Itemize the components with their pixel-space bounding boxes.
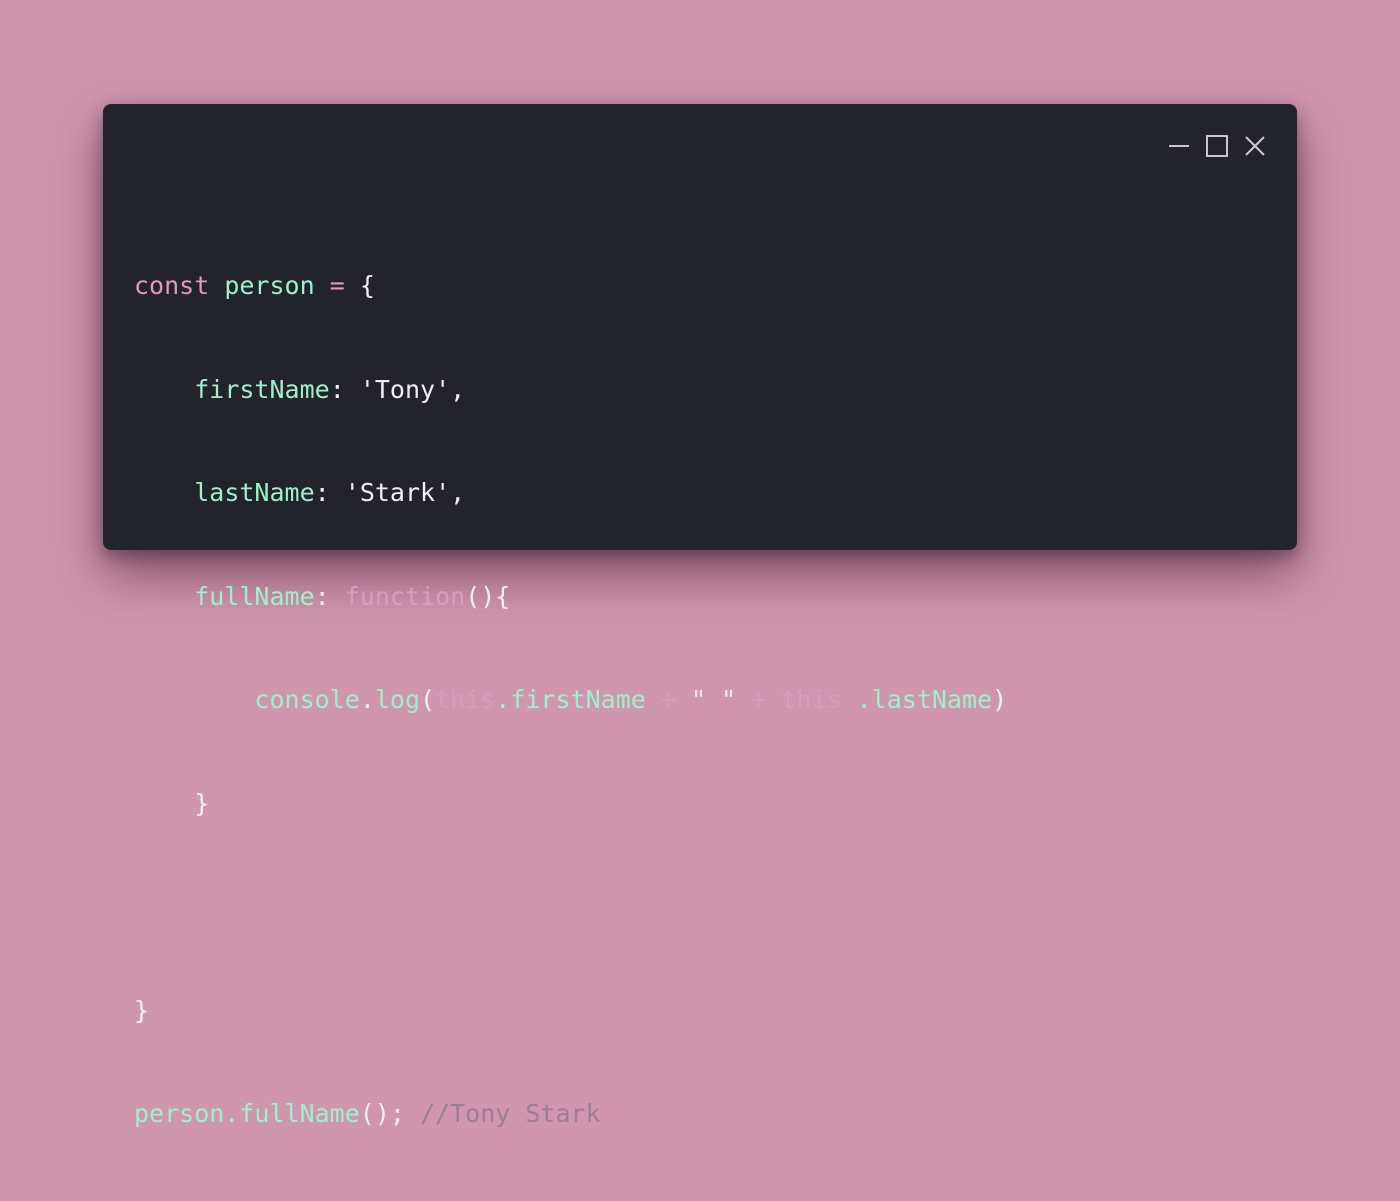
minimize-icon[interactable] <box>1167 134 1191 158</box>
token-property: fullName <box>194 581 315 611</box>
code-window: const person = { firstName: 'Tony', last… <box>103 104 1297 1128</box>
token-this: this <box>781 685 842 714</box>
token-keyword: function <box>344 581 466 611</box>
token-string: " " <box>690 685 737 714</box>
token-this: this <box>435 685 496 714</box>
token-property: .firstName <box>495 685 646 714</box>
window-controls <box>1167 134 1267 158</box>
token-brace: } <box>134 995 150 1025</box>
token-call: person.fullName <box>134 1099 360 1128</box>
maximize-icon[interactable] <box>1205 134 1229 158</box>
code-line-2: firstName: 'Tony', <box>134 373 1007 408</box>
token-paren: (){ <box>465 581 511 611</box>
code-block: const person = { firstName: 'Tony', last… <box>134 200 1007 1201</box>
token-keyword: const <box>134 271 210 300</box>
token-colon: : <box>329 374 345 404</box>
token-method: log <box>374 685 420 714</box>
token-plus: + <box>751 685 767 714</box>
close-icon[interactable] <box>1243 134 1267 158</box>
token-operator: = <box>329 271 345 300</box>
token-comma: , <box>450 478 466 507</box>
token-paren-close: ) <box>992 685 1008 714</box>
token-property: firstName <box>194 374 330 404</box>
token-call-tail: (); <box>359 1099 405 1128</box>
token-string: 'Tony' <box>359 374 451 404</box>
token-plus: + <box>660 685 676 714</box>
token-property: lastName <box>194 478 315 507</box>
token-paren-open: ( <box>420 685 436 714</box>
token-brace: } <box>194 788 210 818</box>
token-brace: { <box>359 271 375 300</box>
token-property: .lastName <box>856 685 993 714</box>
code-line-3: lastName: 'Stark', <box>134 476 1007 511</box>
code-line-5: console.log(this.firstName + " " + this … <box>134 683 1007 718</box>
code-line-1: const person = { <box>134 269 1007 304</box>
token-identifier: person <box>224 271 315 300</box>
code-line-4: fullName: function(){ <box>134 580 1007 615</box>
token-colon: : <box>314 478 330 507</box>
token-comment: //Tony Stark <box>420 1099 601 1128</box>
token-comma: , <box>450 374 466 404</box>
token-dot: . <box>359 685 375 714</box>
code-line-9: person.fullName(); //Tony Stark <box>134 1097 1007 1132</box>
token-string: 'Stark' <box>344 478 451 507</box>
code-line-6: } <box>134 787 1007 822</box>
token-object: console <box>254 685 360 714</box>
code-line-8: } <box>134 994 1007 1029</box>
token-colon: : <box>314 581 330 611</box>
